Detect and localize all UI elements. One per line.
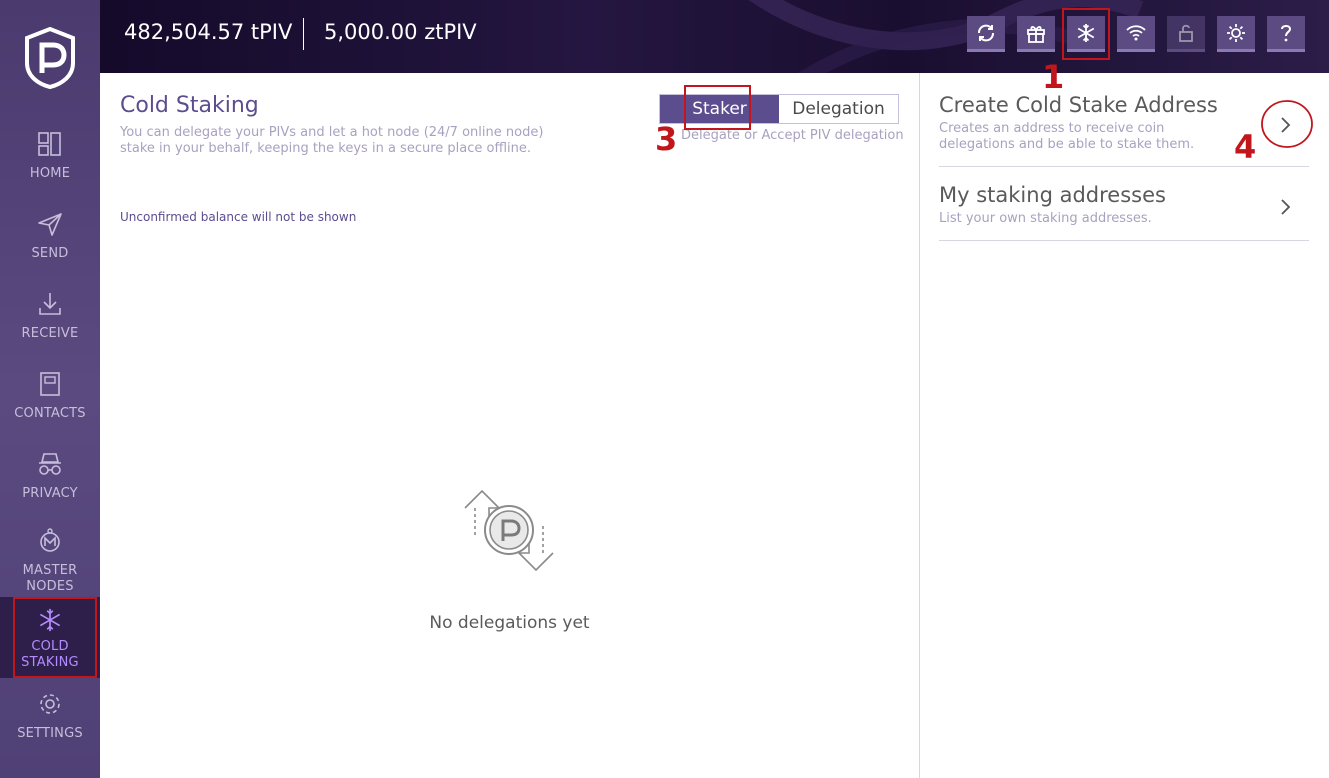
- gift-icon: [1027, 25, 1045, 43]
- create-cold-stake-address-description: Creates an address to receive coin deleg…: [939, 121, 1195, 152]
- sync-button[interactable]: [967, 16, 1005, 52]
- annotation-number-4: 4: [1234, 128, 1257, 166]
- delegations-empty-icon: [464, 489, 554, 572]
- sidebar-item-label: PRIVACY: [22, 486, 78, 501]
- help-icon: [1281, 24, 1292, 41]
- top-bar: 482,504.57 tPIV 5,000.00 ztPIV: [100, 0, 1329, 73]
- transparent-balance: 482,504.57 tPIV: [124, 20, 293, 44]
- sidebar-item-settings[interactable]: SETTINGS: [0, 690, 100, 770]
- send-icon: [38, 213, 62, 236]
- theme-icon: [1227, 23, 1245, 42]
- pivx-logo: [25, 27, 75, 89]
- shielded-balance: 5,000.00 ztPIV: [324, 20, 477, 44]
- home-icon: [38, 132, 61, 156]
- my-staking-addresses-description: List your own staking addresses.: [939, 211, 1152, 226]
- sidebar-item-label: SEND: [31, 246, 69, 261]
- right-panel: Create Cold Stake Address Creates an add…: [920, 73, 1329, 778]
- sidebar-item-label: SETTINGS: [17, 726, 83, 741]
- annotation-box-snowflake: [1062, 8, 1110, 60]
- sidebar-item-receive[interactable]: RECEIVE: [0, 290, 100, 370]
- sidebar-item-privacy[interactable]: PRIVACY: [0, 450, 100, 530]
- wifi-icon: [1126, 24, 1146, 40]
- balance-divider: [303, 18, 304, 50]
- sidebar-item-label-line2: NODES: [26, 579, 74, 594]
- annotation-circle-create-address: [1261, 100, 1313, 148]
- sidebar-item-masternodes[interactable]: MASTER NODES: [0, 527, 100, 597]
- main-panel: Cold Staking You can delegate your PIVs …: [100, 73, 919, 778]
- empty-state-text: No delegations yet: [429, 613, 590, 633]
- annotation-box-cold-staking: [13, 597, 97, 678]
- theme-button[interactable]: [1217, 16, 1255, 52]
- sync-icon: [978, 24, 994, 41]
- unlock-icon: [1179, 24, 1193, 42]
- my-staking-addresses-item[interactable]: My staking addresses List your own staki…: [939, 183, 1309, 241]
- sidebar-item-send[interactable]: SEND: [0, 210, 100, 290]
- delegation-tab[interactable]: Delegation: [779, 95, 898, 123]
- receive-icon: [39, 293, 61, 315]
- annotation-box-staker: [684, 85, 751, 130]
- annotation-number-3: 3: [655, 120, 678, 158]
- masternodes-icon: [40, 528, 60, 552]
- unconfirmed-balance-note: Unconfirmed balance will not be shown: [120, 210, 357, 224]
- lock-button[interactable]: [1167, 16, 1205, 52]
- sidebar-item-label: RECEIVE: [21, 326, 79, 341]
- page-subtitle: You can delegate your PIVs and let a hot…: [120, 125, 544, 156]
- sidebar-item-label: CONTACTS: [14, 406, 86, 421]
- chevron-right-icon[interactable]: [1275, 197, 1295, 217]
- sidebar-item-label-line1: MASTER: [22, 563, 78, 578]
- contacts-icon: [40, 372, 60, 396]
- sidebar-item-contacts[interactable]: CONTACTS: [0, 370, 100, 450]
- settings-icon: [40, 694, 60, 714]
- sidebar-item-home[interactable]: HOME: [0, 130, 100, 210]
- network-button[interactable]: [1117, 16, 1155, 52]
- rewards-button[interactable]: [1017, 16, 1055, 52]
- my-staking-addresses-title: My staking addresses: [939, 183, 1166, 207]
- toggle-description: Delegate or Accept PIV delegation: [681, 128, 904, 143]
- create-cold-stake-address-title: Create Cold Stake Address: [939, 93, 1218, 117]
- sidebar-item-label: HOME: [29, 166, 71, 181]
- privacy-icon: [39, 453, 61, 475]
- help-button[interactable]: [1267, 16, 1305, 52]
- page-title: Cold Staking: [120, 93, 259, 118]
